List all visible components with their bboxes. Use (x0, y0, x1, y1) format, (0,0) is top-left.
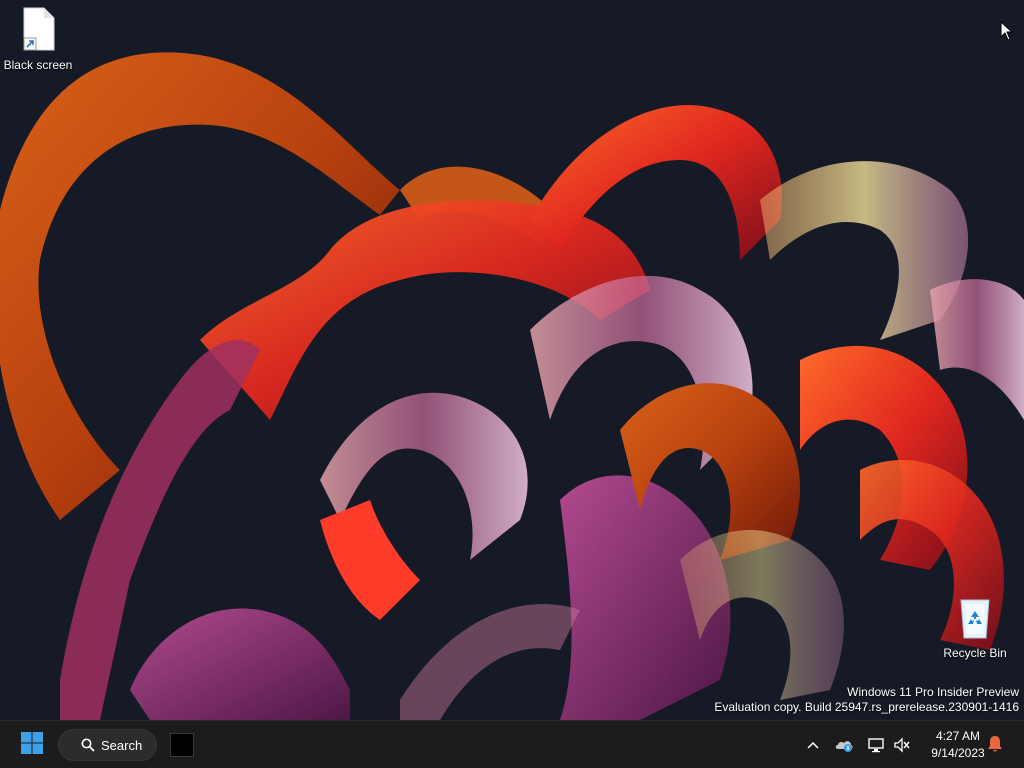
desktop-icon-black-screen[interactable]: Black screen (0, 6, 76, 72)
tray-network[interactable] (866, 735, 886, 755)
watermark-edition: Windows 11 Pro Insider Preview (847, 685, 1019, 699)
taskbar: Search 4:27 AM 9/14/2023 (0, 720, 1024, 768)
chevron-up-icon (807, 741, 819, 749)
shortcut-file-icon (0, 6, 76, 55)
taskbar-clock[interactable]: 4:27 AM 9/14/2023 (920, 728, 996, 762)
tray-volume[interactable] (892, 735, 912, 755)
desktop-icon-label: Recycle Bin (943, 646, 1007, 660)
desktop-icon-label: Black screen (3, 58, 73, 72)
evaluation-watermark: Windows 11 Pro Insider Preview Evaluatio… (714, 685, 1019, 715)
clock-date: 9/14/2023 (931, 746, 985, 760)
wallpaper (0, 52, 1024, 720)
taskbar-app-black-window[interactable] (170, 733, 194, 757)
start-button[interactable] (14, 729, 50, 761)
show-hidden-icons-button[interactable] (803, 735, 823, 755)
clock-time: 4:27 AM (935, 729, 981, 743)
recycle-bin-icon (937, 594, 1013, 643)
watermark-build: Evaluation copy. Build 25947.rs_prerelea… (714, 700, 1019, 714)
notification-center-button[interactable] (986, 734, 1004, 759)
tray-onedrive[interactable] (834, 735, 854, 755)
desktop-icon-recycle-bin[interactable]: Recycle Bin (937, 594, 1013, 660)
search-label: Search (101, 737, 143, 753)
onedrive-icon (835, 741, 853, 752)
network-icon (868, 738, 884, 753)
mouse-cursor-icon (1000, 20, 1014, 46)
bell-icon (988, 736, 1002, 752)
search-icon (81, 738, 95, 755)
taskbar-search-box[interactable]: Search (58, 729, 157, 761)
windows-start-icon (20, 731, 44, 760)
desktop[interactable]: Black screen Recycle Bin Windows 11 Pro … (0, 0, 1024, 720)
volume-muted-icon (894, 737, 910, 753)
